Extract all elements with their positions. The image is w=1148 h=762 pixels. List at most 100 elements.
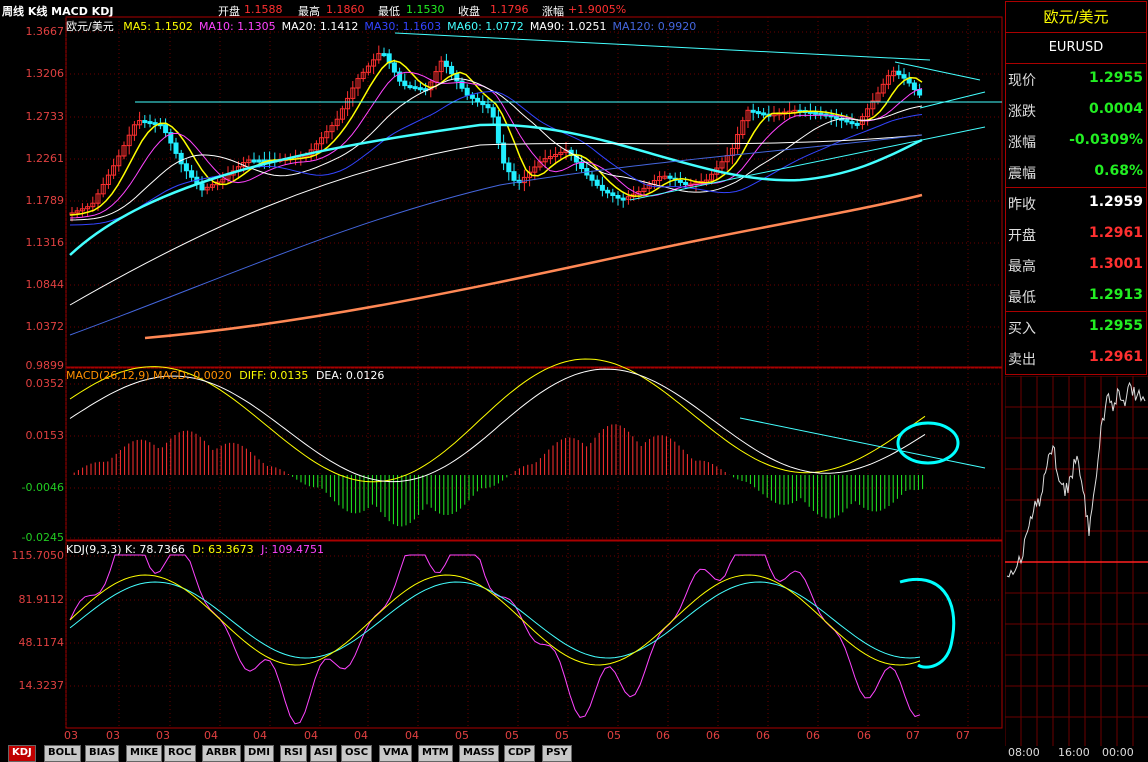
trend-line — [894, 61, 981, 81]
ma120-line — [69, 134, 923, 336]
quote-row: 卖出 1.2961 — [1006, 343, 1146, 373]
x-axis-date-label: 06 — [857, 729, 871, 742]
quote-label: 涨跌 — [1008, 104, 1036, 120]
x-axis-date-label: 04 — [405, 729, 419, 742]
candle-body — [152, 122, 158, 126]
y-axis-tick-label: 1.1789 — [25, 194, 65, 207]
quote-label: 卖出 — [1008, 352, 1036, 368]
quote-row: 涨跌 0.0004 — [1006, 95, 1146, 125]
j-line — [69, 554, 921, 725]
tab-kdj[interactable]: KDJ — [8, 745, 36, 762]
candle-body — [761, 112, 767, 116]
kdj-lines — [69, 554, 921, 725]
j-value: J: 109.4751 — [261, 543, 325, 556]
intraday-mini-chart[interactable] — [1005, 376, 1148, 746]
x-axis-date-label: 05 — [555, 729, 569, 742]
candle-body — [911, 82, 917, 90]
candle-body — [381, 53, 387, 57]
quote-row: 买入 1.2955 — [1006, 312, 1146, 342]
kdj-title: KDJ(9,3,3) — [66, 543, 122, 556]
y-axis-tick-label: 0.0153 — [25, 429, 65, 442]
quote-label: 震幅 — [1008, 166, 1036, 182]
candle-body — [594, 179, 600, 186]
x-axis-date-label: 04 — [354, 729, 368, 742]
y-axis-tick-label: 1.2733 — [25, 110, 65, 123]
tab-asi[interactable]: ASI — [310, 745, 337, 762]
candle-body — [755, 111, 761, 115]
x-axis-date-label: 03 — [106, 729, 120, 742]
k-value: K: 78.7366 — [125, 543, 185, 556]
x-axis-date-label: 06 — [656, 729, 670, 742]
diff-value: DIFF: 0.0135 — [239, 369, 309, 382]
quote-value: 1.2959 — [1088, 194, 1143, 210]
tab-roc[interactable]: ROC — [164, 745, 196, 762]
quote-label: 最高 — [1008, 259, 1036, 275]
price-candles — [69, 45, 923, 340]
candle-body — [501, 142, 507, 164]
macd-trend-line — [739, 417, 986, 469]
quote-value: 1.3001 — [1088, 256, 1143, 272]
y-axis-tick-label: -0.0245 — [21, 531, 64, 544]
indicator-tab-bar: KDJ BOLL BIAS MIKE ROC ARBR DMI RSI ASI OSC VMA MTM… — [0, 745, 1004, 762]
y-axis-tick-label: 1.0844 — [25, 278, 65, 291]
y-axis-tick-label: 1.1316 — [25, 236, 65, 249]
tab-mass[interactable]: MASS — [459, 745, 499, 762]
candle-body — [615, 195, 621, 199]
tab-bias[interactable]: BIAS — [85, 745, 120, 762]
mini-time-label: 00:00 — [1102, 746, 1134, 759]
candle-body — [917, 89, 923, 96]
x-axis-date-label: 06 — [806, 729, 820, 742]
y-axis-tick-label: 115.7050 — [11, 549, 65, 562]
candle-body — [443, 60, 449, 67]
candle-body — [407, 85, 413, 89]
candle-body — [677, 179, 683, 183]
quote-row: 震幅 0.68% — [1006, 157, 1146, 187]
symbol-name-label: 欧元/美元 — [66, 20, 114, 33]
candle-body — [147, 121, 153, 125]
tab-boll[interactable]: BOLL — [44, 745, 81, 762]
tab-osc[interactable]: OSC — [341, 745, 373, 762]
candle-body — [485, 104, 491, 109]
x-axis-date-label: 07 — [906, 729, 920, 742]
panel-frame — [65, 16, 1003, 368]
y-axis-tick-label: 1.2261 — [25, 152, 65, 165]
macd-title: MACD(26,12,9) — [66, 369, 150, 382]
tab-cdp[interactable]: CDP — [504, 745, 535, 762]
y-axis-tick-label: 0.9899 — [25, 359, 65, 372]
tab-vma[interactable]: VMA — [379, 745, 413, 762]
quote-row: 开盘 1.2961 — [1006, 219, 1146, 249]
candle-body — [417, 87, 423, 91]
y-axis-tick-label: 0.0352 — [25, 377, 65, 390]
quote-value: 1.2961 — [1088, 349, 1143, 365]
candle-body — [251, 159, 257, 163]
quote-label: 涨幅 — [1008, 135, 1036, 151]
candle-body — [849, 121, 855, 125]
candle-body — [256, 159, 262, 163]
tab-psy[interactable]: PSY — [542, 745, 572, 762]
quote-row: 最低 1.2913 — [1006, 281, 1146, 311]
y-axis-tick-label: 81.9112 — [18, 593, 65, 606]
y-axis-tick-label: 1.3206 — [25, 67, 65, 80]
tab-mtm[interactable]: MTM — [418, 745, 453, 762]
annotations — [135, 32, 1002, 669]
dea-value: DEA: 0.0126 — [315, 369, 385, 382]
ma-label: MA20: 1.1412 — [281, 20, 359, 33]
candle-body — [402, 80, 408, 87]
candle-body — [854, 122, 860, 126]
quote-panel: 欧元/美元 EURUSD 现价 1.2955 涨跌 0.0004 涨幅 -0.0309% 震… — [1005, 1, 1147, 375]
x-axis-date-label: 04 — [204, 729, 218, 742]
tab-mike[interactable]: MIKE — [126, 745, 163, 762]
y-axis-tick-label: -0.0046 — [21, 481, 64, 494]
quote-value: -0.0309% — [1069, 132, 1143, 148]
tab-dmi[interactable]: DMI — [244, 745, 274, 762]
ma-label: MA60: 1.0772 — [447, 20, 524, 33]
x-axis-date-label: 06 — [756, 729, 770, 742]
tab-rsi[interactable]: RSI — [280, 745, 307, 762]
candle-body — [589, 174, 595, 181]
candle-body — [813, 111, 819, 115]
candle-body — [142, 120, 148, 124]
candle-body — [750, 109, 756, 113]
tab-arbr[interactable]: ARBR — [202, 745, 241, 762]
x-axis-date-label: 07 — [956, 729, 970, 742]
d-line — [69, 581, 921, 659]
